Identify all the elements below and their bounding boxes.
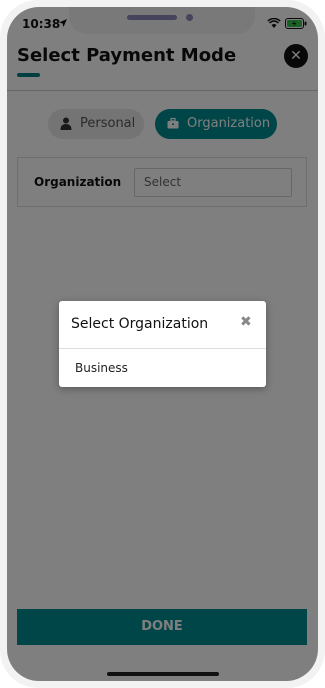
organization-option-label: Business — [75, 361, 128, 375]
close-x-icon[interactable]: ✖ — [240, 314, 252, 330]
app-screen: 10:38 Select Payment Mode — [7, 7, 318, 681]
modal-title: Select Organization — [71, 316, 209, 332]
modal-header: Select Organization ✖ — [59, 301, 266, 349]
phone-frame: 10:38 Select Payment Mode — [0, 0, 325, 688]
organization-option-business[interactable]: Business — [59, 349, 266, 387]
home-indicator — [107, 672, 219, 676]
select-organization-modal: Select Organization ✖ Business — [59, 301, 266, 387]
